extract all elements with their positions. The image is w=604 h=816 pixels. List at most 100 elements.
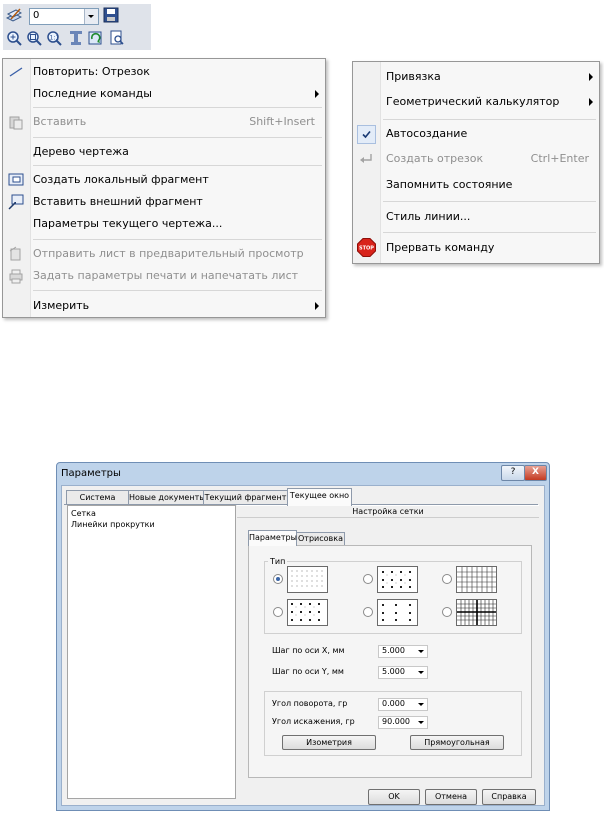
- grid-type-radio-squares[interactable]: [273, 607, 283, 617]
- ok-button[interactable]: OK: [368, 789, 420, 805]
- context-menu-drawing: Повторить: Отрезок Последние команды Вст…: [2, 58, 326, 318]
- step-y-value: 5.000: [382, 667, 405, 676]
- step-y-select[interactable]: 5.000: [378, 666, 428, 679]
- menu-item-print-settings[interactable]: Задать параметры печати и напечатать лис…: [3, 265, 325, 287]
- menu-item-recent-commands[interactable]: Последние команды: [3, 83, 325, 105]
- chevron-down-icon[interactable]: [84, 9, 98, 24]
- close-button[interactable]: X: [524, 465, 547, 481]
- menu-item-shortcut: Ctrl+Enter: [530, 152, 589, 165]
- dialog-title: Параметры: [61, 468, 121, 479]
- menu-item-drawing-parameters[interactable]: Параметры текущего чертежа...: [3, 213, 325, 235]
- grid-preview-dots: [287, 566, 328, 593]
- menu-item-label: Отправить лист в предварительный просмот…: [33, 247, 304, 260]
- skew-label: Угол искажения, гр: [272, 717, 355, 726]
- type-label: Тип: [268, 557, 288, 566]
- grid-type-radio-thick-lines[interactable]: [442, 607, 452, 617]
- grid-preview-crosses: [377, 566, 418, 593]
- zoom-in-icon[interactable]: [6, 30, 22, 46]
- submenu-arrow-icon: [589, 73, 593, 81]
- pan-icon[interactable]: [68, 30, 84, 46]
- save-icon[interactable]: [103, 7, 119, 23]
- rectangular-button[interactable]: Прямоугольная: [410, 735, 504, 750]
- svg-text:1:1: 1:1: [50, 35, 60, 42]
- tab-system[interactable]: Система: [66, 490, 129, 505]
- menu-item-label: Прервать команду: [386, 241, 495, 254]
- menu-item-save-state[interactable]: Запомнить состояние: [353, 174, 599, 196]
- grid-type-radio-dots[interactable]: [273, 574, 283, 584]
- menu-item-create-segment[interactable]: Создать отрезок Ctrl+Enter: [353, 148, 599, 170]
- menu-separator: [33, 107, 322, 108]
- layers-icon[interactable]: [6, 7, 22, 23]
- step-y-label: Шаг по оси Y, мм: [272, 667, 344, 676]
- tab-drawing[interactable]: Отрисовка: [296, 532, 345, 545]
- grid-preview-lines: [456, 566, 497, 593]
- menu-item-label: Параметры текущего чертежа...: [33, 217, 223, 230]
- menu-separator: [383, 201, 596, 202]
- skew-value: 90.000: [382, 717, 410, 726]
- menu-item-paste[interactable]: Вставить Shift+Insert: [3, 111, 325, 133]
- paste-icon: [9, 116, 23, 130]
- menu-item-line-style[interactable]: Стиль линии...: [353, 206, 599, 228]
- menu-separator: [383, 232, 596, 233]
- grid-type-radio-lines[interactable]: [442, 574, 452, 584]
- step-x-value: 5.000: [382, 646, 405, 655]
- grid-type-radio-crosses[interactable]: [363, 574, 373, 584]
- tab-current-window[interactable]: Текущее окно: [287, 488, 352, 506]
- section-title: Настройка сетки: [237, 505, 539, 518]
- skew-select[interactable]: 90.000: [378, 716, 428, 729]
- layer-combo[interactable]: 0: [29, 8, 99, 25]
- tree-item-scrollbars[interactable]: Линейки прокрутки: [71, 520, 155, 529]
- grid-parameters-panel: Тип Шаг по оси X, мм 5.000 Шаг по оси Y,…: [248, 545, 532, 778]
- zoom-window-icon[interactable]: [26, 30, 42, 46]
- menu-item-insert-external-fragment[interactable]: Вставить внешний фрагмент: [3, 191, 325, 213]
- submenu-arrow-icon: [315, 302, 319, 310]
- dialog-client: Система Новые документы Текущий фрагмент…: [61, 485, 545, 806]
- menu-item-send-to-preview[interactable]: Отправить лист в предварительный просмот…: [3, 243, 325, 265]
- page-preview-icon[interactable]: [109, 30, 125, 46]
- menu-item-label: Последние команды: [33, 87, 152, 100]
- menu-item-label: Автосоздание: [386, 127, 468, 140]
- menu-item-label: Привязка: [386, 70, 441, 83]
- menu-item-drawing-tree[interactable]: Дерево чертежа: [3, 141, 325, 163]
- menu-item-autocreate[interactable]: Автосоздание: [353, 123, 599, 145]
- menu-separator: [33, 290, 322, 291]
- menu-item-label: Повторить: Отрезок: [33, 65, 150, 78]
- menu-item-label: Запомнить состояние: [386, 178, 513, 191]
- angle-value: 0.000: [382, 699, 405, 708]
- menu-item-geometric-calculator[interactable]: Геометрический калькулятор: [353, 91, 599, 113]
- help-title-button[interactable]: ?: [501, 465, 525, 481]
- menu-separator: [383, 119, 596, 120]
- menu-item-label: Вставить внешний фрагмент: [33, 195, 203, 208]
- grid-preview-squares: [287, 599, 328, 626]
- submenu-arrow-icon: [315, 90, 319, 98]
- refresh-icon[interactable]: [88, 30, 104, 46]
- menu-item-label: Дерево чертежа: [33, 145, 129, 158]
- local-fragment-icon: [8, 173, 24, 186]
- menu-item-shortcut: Shift+Insert: [249, 115, 315, 128]
- menu-item-measure[interactable]: Измерить: [3, 295, 325, 317]
- tree-item-grid[interactable]: Сетка: [71, 509, 96, 518]
- submenu-arrow-icon: [589, 98, 593, 106]
- cancel-button[interactable]: Отмена: [425, 789, 477, 805]
- line-segment-icon: [9, 67, 23, 77]
- layer-value: 0: [33, 10, 40, 21]
- settings-tree[interactable]: Сетка Линейки прокрутки: [67, 505, 236, 799]
- help-button[interactable]: Справка: [482, 789, 536, 805]
- menu-item-label: Создать локальный фрагмент: [33, 173, 209, 186]
- angle-select[interactable]: 0.000: [378, 698, 428, 711]
- menu-separator: [33, 239, 322, 240]
- menu-item-repeat-segment[interactable]: Повторить: Отрезок: [3, 61, 325, 83]
- tab-new-documents[interactable]: Новые документы: [128, 490, 206, 505]
- tab-parameters[interactable]: Параметры: [248, 530, 297, 546]
- menu-item-create-local-fragment[interactable]: Создать локальный фрагмент: [3, 169, 325, 191]
- step-x-select[interactable]: 5.000: [378, 645, 428, 658]
- tab-current-fragment[interactable]: Текущий фрагмент: [203, 490, 288, 505]
- isometry-button[interactable]: Изометрия: [282, 735, 376, 750]
- grid-type-radio-points[interactable]: [363, 607, 373, 617]
- menu-item-snap[interactable]: Привязка: [353, 66, 599, 88]
- context-menu-command: Привязка Геометрический калькулятор Авто…: [352, 61, 600, 264]
- menu-item-abort-command[interactable]: STOP Прервать команду: [353, 237, 599, 259]
- menu-item-label: Стиль линии...: [386, 210, 471, 223]
- zoom-all-icon[interactable]: 1:1: [46, 30, 62, 46]
- menu-item-label: Измерить: [33, 299, 90, 312]
